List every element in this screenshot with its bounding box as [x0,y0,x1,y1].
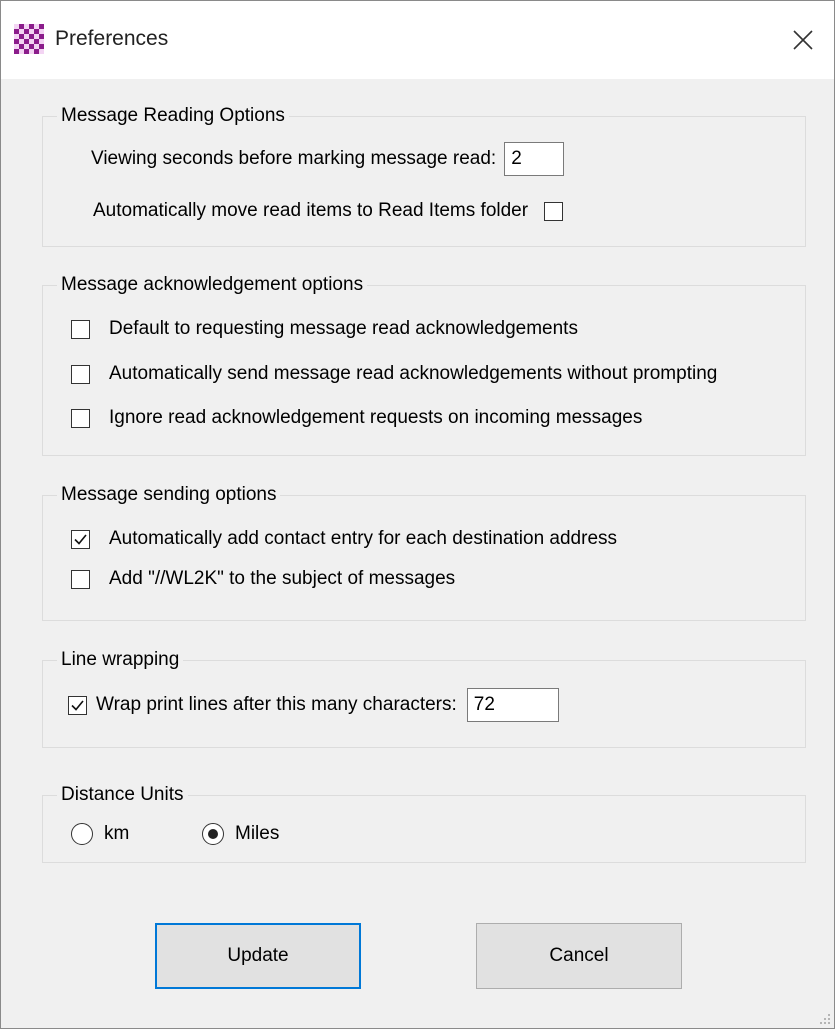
wrap-characters-input[interactable]: 72 [466,688,559,722]
ack-option-auto-send[interactable]: Automatically send message read acknowle… [71,363,717,385]
ack-default-request-label: Default to requesting message read ackno… [109,318,578,339]
window-title: Preferences [55,27,169,50]
ack-auto-send-label: Automatically send message read acknowle… [109,363,718,384]
wl2k-subject-checkbox[interactable] [71,569,90,589]
distance-option-miles[interactable]: Miles [202,823,279,845]
ack-ignore-label: Ignore read acknowledgement requests on … [109,407,643,428]
close-button[interactable] [772,1,834,79]
auto-move-row[interactable]: Automatically move read items to Read It… [93,200,564,222]
ack-option-ignore[interactable]: Ignore read acknowledgement requests on … [71,407,642,429]
wrap-lines-row[interactable]: Wrap print lines after this many charact… [68,688,559,722]
update-button[interactable]: Update [155,923,361,989]
viewing-seconds-input[interactable]: 2 [504,142,565,176]
ack-auto-send-checkbox[interactable] [71,364,90,384]
viewing-seconds-label: Viewing seconds before marking message r… [91,148,497,169]
title-bar[interactable]: Preferences [1,1,834,79]
km-radio[interactable] [71,823,93,845]
ack-options-legend: Message acknowledgement options [57,272,368,298]
sending-option-add-contact[interactable]: Automatically add contact entry for each… [71,528,617,550]
sending-option-wl2k-subject[interactable]: Add "//WL2K" to the subject of messages [71,568,455,590]
sending-options-group: Message sending options Automatically ad… [42,482,806,621]
distance-units-legend: Distance Units [57,782,188,808]
wrap-lines-checkbox[interactable] [68,695,87,715]
distance-units-group: Distance Units km Miles [42,782,806,863]
sending-options-legend: Message sending options [57,482,281,508]
check-icon [71,699,84,711]
ack-default-request-checkbox[interactable] [71,319,90,339]
km-label: km [104,823,130,844]
line-wrapping-legend: Line wrapping [57,647,184,673]
line-wrapping-group: Line wrapping Wrap print lines after thi… [42,647,806,748]
add-contact-label: Automatically add contact entry for each… [109,528,618,549]
close-icon [793,30,813,50]
cancel-button[interactable]: Cancel [476,923,682,989]
resize-grip-icon[interactable] [819,1013,831,1025]
miles-radio[interactable] [202,823,224,845]
check-icon [74,533,87,545]
auto-move-checkbox[interactable] [544,201,564,221]
checkered-purple-icon [14,24,44,54]
auto-move-label: Automatically move read items to Read It… [93,200,529,221]
reading-options-legend: Message Reading Options [57,103,289,129]
add-contact-checkbox[interactable] [71,529,90,549]
ack-options-group: Message acknowledgement options Default … [42,272,806,456]
ack-ignore-checkbox[interactable] [71,408,90,428]
viewing-seconds-row: Viewing seconds before marking message r… [91,142,565,176]
ack-option-default-request[interactable]: Default to requesting message read ackno… [71,318,578,340]
miles-label: Miles [235,823,280,844]
wrap-lines-label: Wrap print lines after this many charact… [96,694,457,715]
distance-option-km[interactable]: km [71,823,129,845]
reading-options-group: Message Reading Options Viewing seconds … [42,103,806,247]
wl2k-subject-label: Add "//WL2K" to the subject of messages [109,568,456,589]
preferences-dialog: Preferences Message Reading Options View… [0,0,835,1029]
radio-selected-dot [208,829,218,839]
